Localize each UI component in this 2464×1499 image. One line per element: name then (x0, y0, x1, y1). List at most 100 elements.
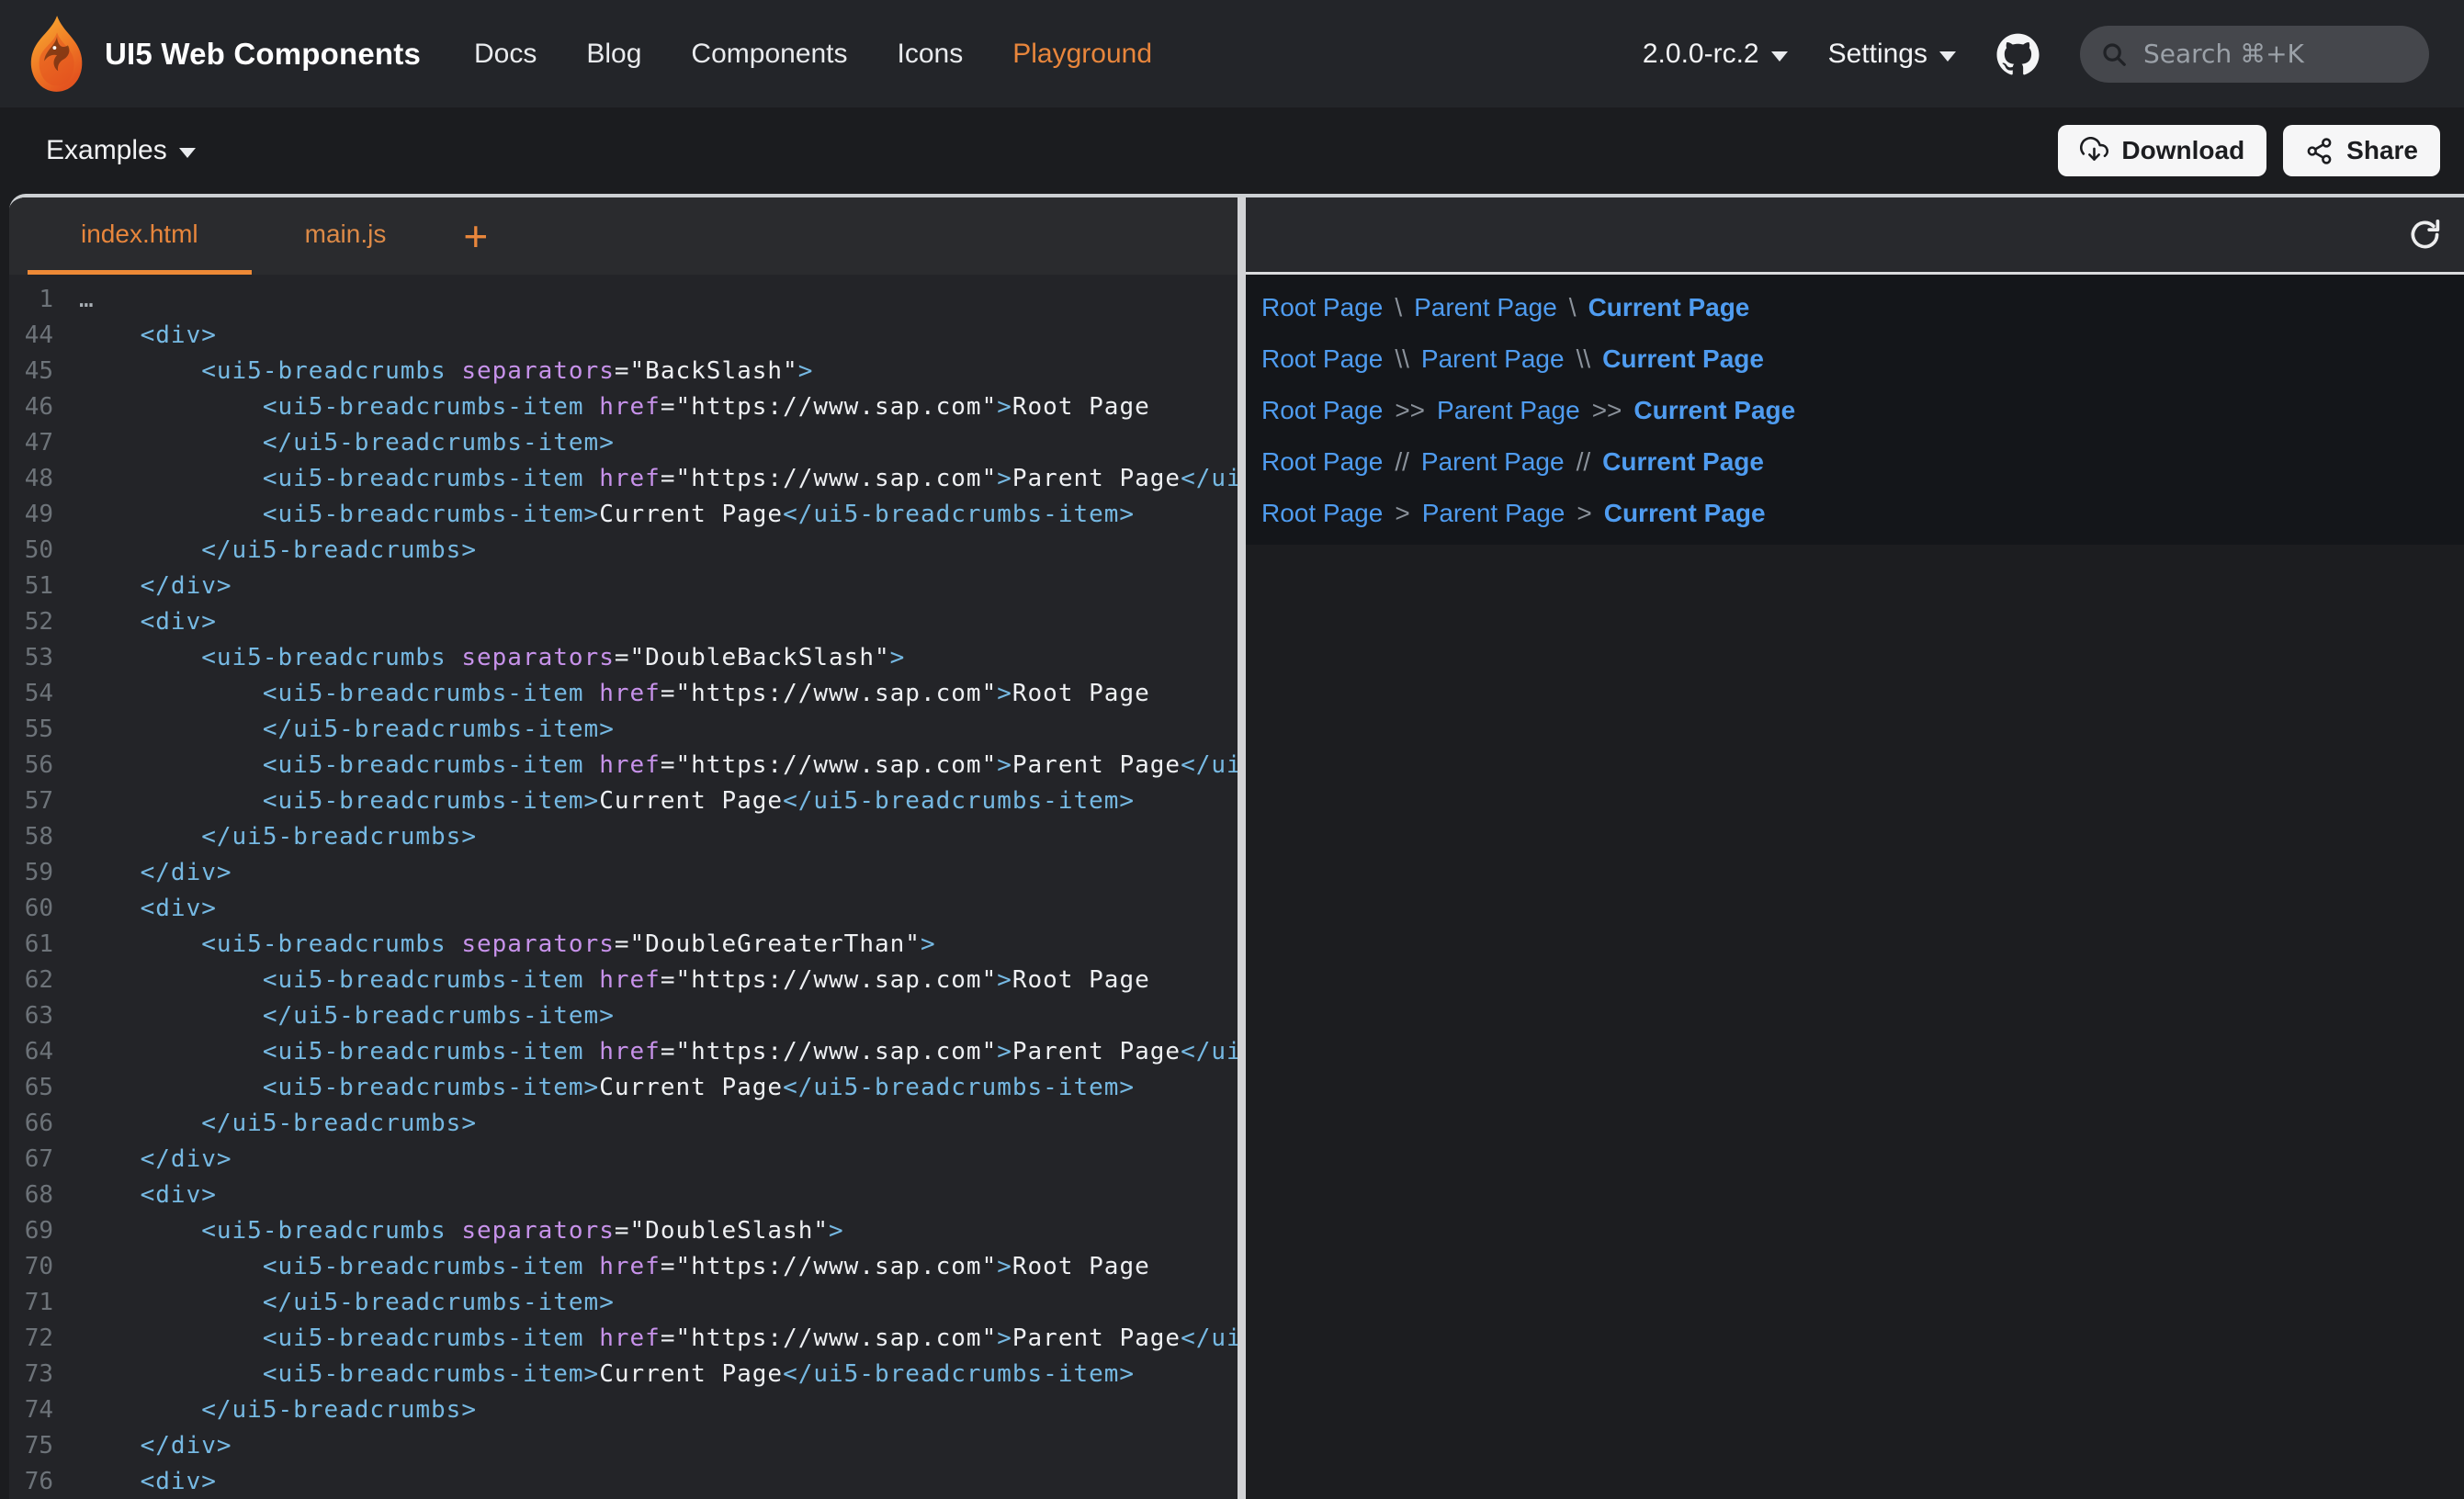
examples-label: Examples (46, 135, 167, 166)
token: </ui5-breadcrumbs-item> (1181, 465, 1238, 492)
brand-title: UI5 Web Components (105, 37, 421, 72)
breadcrumb-link[interactable]: Root Page (1261, 447, 1383, 477)
line-number: 49 (9, 501, 79, 528)
code-text: <div> (79, 321, 217, 349)
code-line: 49 <ui5-breadcrumbs-item>Current Page</u… (9, 496, 1238, 532)
token: Parent Page (1012, 465, 1181, 492)
settings-dropdown[interactable]: Settings (1828, 39, 1956, 70)
token: <ui5-breadcrumbs-item (79, 966, 584, 994)
breadcrumb-link[interactable]: Root Page (1261, 344, 1383, 374)
editor-tabbar: index.htmlmain.js + (9, 197, 1238, 275)
navbar-right: 2.0.0-rc.2 Settings (1643, 26, 2429, 83)
breadcrumb-link[interactable]: Parent Page (1422, 499, 1565, 528)
breadcrumb-separator: \\ (1577, 344, 1591, 374)
share-button[interactable]: Share (2283, 125, 2440, 176)
code-text: </ui5-breadcrumbs> (79, 1396, 477, 1424)
code-line: 62 <ui5-breadcrumbs-item href="https://w… (9, 962, 1238, 997)
breadcrumb-row: Root Page>>Parent Page>>Current Page (1261, 385, 2464, 436)
code-text: <ui5-breadcrumbs-item href="https://www.… (79, 680, 1150, 707)
code-line: 66 </ui5-breadcrumbs> (9, 1105, 1238, 1141)
code-line: 68 <div> (9, 1177, 1238, 1212)
token: > (997, 751, 1012, 779)
token: </ui5-breadcrumbs-item> (1181, 1324, 1238, 1352)
breadcrumb-link[interactable]: Root Page (1261, 396, 1383, 425)
brand[interactable]: UI5 Web Components (24, 15, 421, 94)
github-link[interactable] (1996, 33, 2040, 75)
token: href (584, 1038, 661, 1065)
code-line: 60 <div> (9, 890, 1238, 926)
line-number: 60 (9, 895, 79, 922)
code-line: 55 </ui5-breadcrumbs-item> (9, 711, 1238, 747)
nav-link-playground[interactable]: Playground (1012, 39, 1152, 70)
line-number: 58 (9, 823, 79, 851)
code-text: <ui5-breadcrumbs-item>Current Page</ui5-… (79, 501, 1135, 528)
refresh-button[interactable] (2404, 214, 2446, 255)
token: > (997, 966, 1012, 994)
share-icon (2305, 137, 2334, 165)
token: Root Page (1012, 393, 1150, 421)
token: </ui5-breadcrumbs> (79, 1110, 477, 1137)
breadcrumb-row: Root Page\\Parent Page\\Current Page (1261, 333, 2464, 385)
splitter-handle[interactable] (1238, 197, 1246, 1499)
nav-link-docs[interactable]: Docs (474, 39, 537, 70)
token: ="https://www.sap.com" (661, 751, 997, 779)
code-text: <div> (79, 895, 217, 922)
breadcrumb-separator: // (1395, 447, 1409, 477)
code-text: <ui5-breadcrumbs-item href="https://www.… (79, 1253, 1150, 1280)
token: </ui5-breadcrumbs-item> (79, 1289, 615, 1316)
token: Parent Page (1012, 1038, 1181, 1065)
breadcrumb-link[interactable]: Parent Page (1437, 396, 1580, 425)
token: <ui5-breadcrumbs-item (79, 1038, 584, 1065)
token: </ui5-breadcrumbs> (79, 823, 477, 851)
search-input[interactable] (2142, 38, 2409, 70)
line-number: 63 (9, 1002, 79, 1030)
nav-link-blog[interactable]: Blog (586, 39, 641, 70)
code-line: 65 <ui5-breadcrumbs-item>Current Page</u… (9, 1069, 1238, 1105)
breadcrumb-link[interactable]: Root Page (1261, 499, 1383, 528)
breadcrumb-separator: > (1395, 499, 1409, 528)
token: </div> (79, 572, 232, 600)
tab-index-html[interactable]: index.html (28, 197, 252, 275)
token: <ui5-breadcrumbs (79, 644, 446, 671)
tab-main-js[interactable]: main.js (252, 197, 440, 275)
token: > (997, 1038, 1012, 1065)
token: <ui5-breadcrumbs-item (79, 751, 584, 779)
refresh-icon (2408, 218, 2442, 252)
token: <div> (79, 321, 217, 349)
version-dropdown[interactable]: 2.0.0-rc.2 (1643, 39, 1788, 70)
code-area[interactable]: 1…44 <div>45 <ui5-breadcrumbs separators… (9, 275, 1238, 1499)
add-tab-button[interactable]: + (454, 215, 497, 257)
breadcrumb-link[interactable]: Parent Page (1421, 447, 1565, 477)
token: > (921, 930, 936, 958)
token: Root Page (1012, 966, 1150, 994)
breadcrumb-current: Current Page (1604, 499, 1766, 528)
breadcrumb-link[interactable]: Parent Page (1414, 293, 1557, 322)
token: Parent Page (1012, 751, 1181, 779)
token: ="https://www.sap.com" (661, 680, 997, 707)
code-text: <div> (79, 1181, 217, 1209)
code-line: 44 <div> (9, 317, 1238, 353)
token: Root Page (1012, 1253, 1150, 1280)
download-button[interactable]: Download (2058, 125, 2266, 176)
token: <ui5-breadcrumbs-item> (79, 1360, 599, 1388)
code-text: <ui5-breadcrumbs separators="DoubleSlash… (79, 1217, 844, 1245)
examples-dropdown[interactable]: Examples (46, 135, 196, 166)
line-number: 73 (9, 1360, 79, 1388)
top-navbar: UI5 Web Components Docs Blog Components Ico… (0, 0, 2464, 107)
token: <div> (79, 608, 217, 636)
code-text: </div> (79, 859, 232, 886)
token: Current Page (599, 501, 783, 528)
code-text: </ui5-breadcrumbs> (79, 823, 477, 851)
token: <ui5-breadcrumbs-item (79, 1253, 584, 1280)
token: ="DoubleGreaterThan" (615, 930, 921, 958)
line-number: 70 (9, 1253, 79, 1280)
breadcrumb-link[interactable]: Parent Page (1421, 344, 1565, 374)
code-text: </div> (79, 1145, 232, 1173)
code-line: 52 <div> (9, 603, 1238, 639)
nav-link-icons[interactable]: Icons (898, 39, 964, 70)
token: ="https://www.sap.com" (661, 1253, 997, 1280)
search-box (2080, 26, 2429, 83)
breadcrumb-link[interactable]: Root Page (1261, 293, 1383, 322)
token: <ui5-breadcrumbs-item> (79, 501, 599, 528)
nav-link-components[interactable]: Components (691, 39, 847, 70)
